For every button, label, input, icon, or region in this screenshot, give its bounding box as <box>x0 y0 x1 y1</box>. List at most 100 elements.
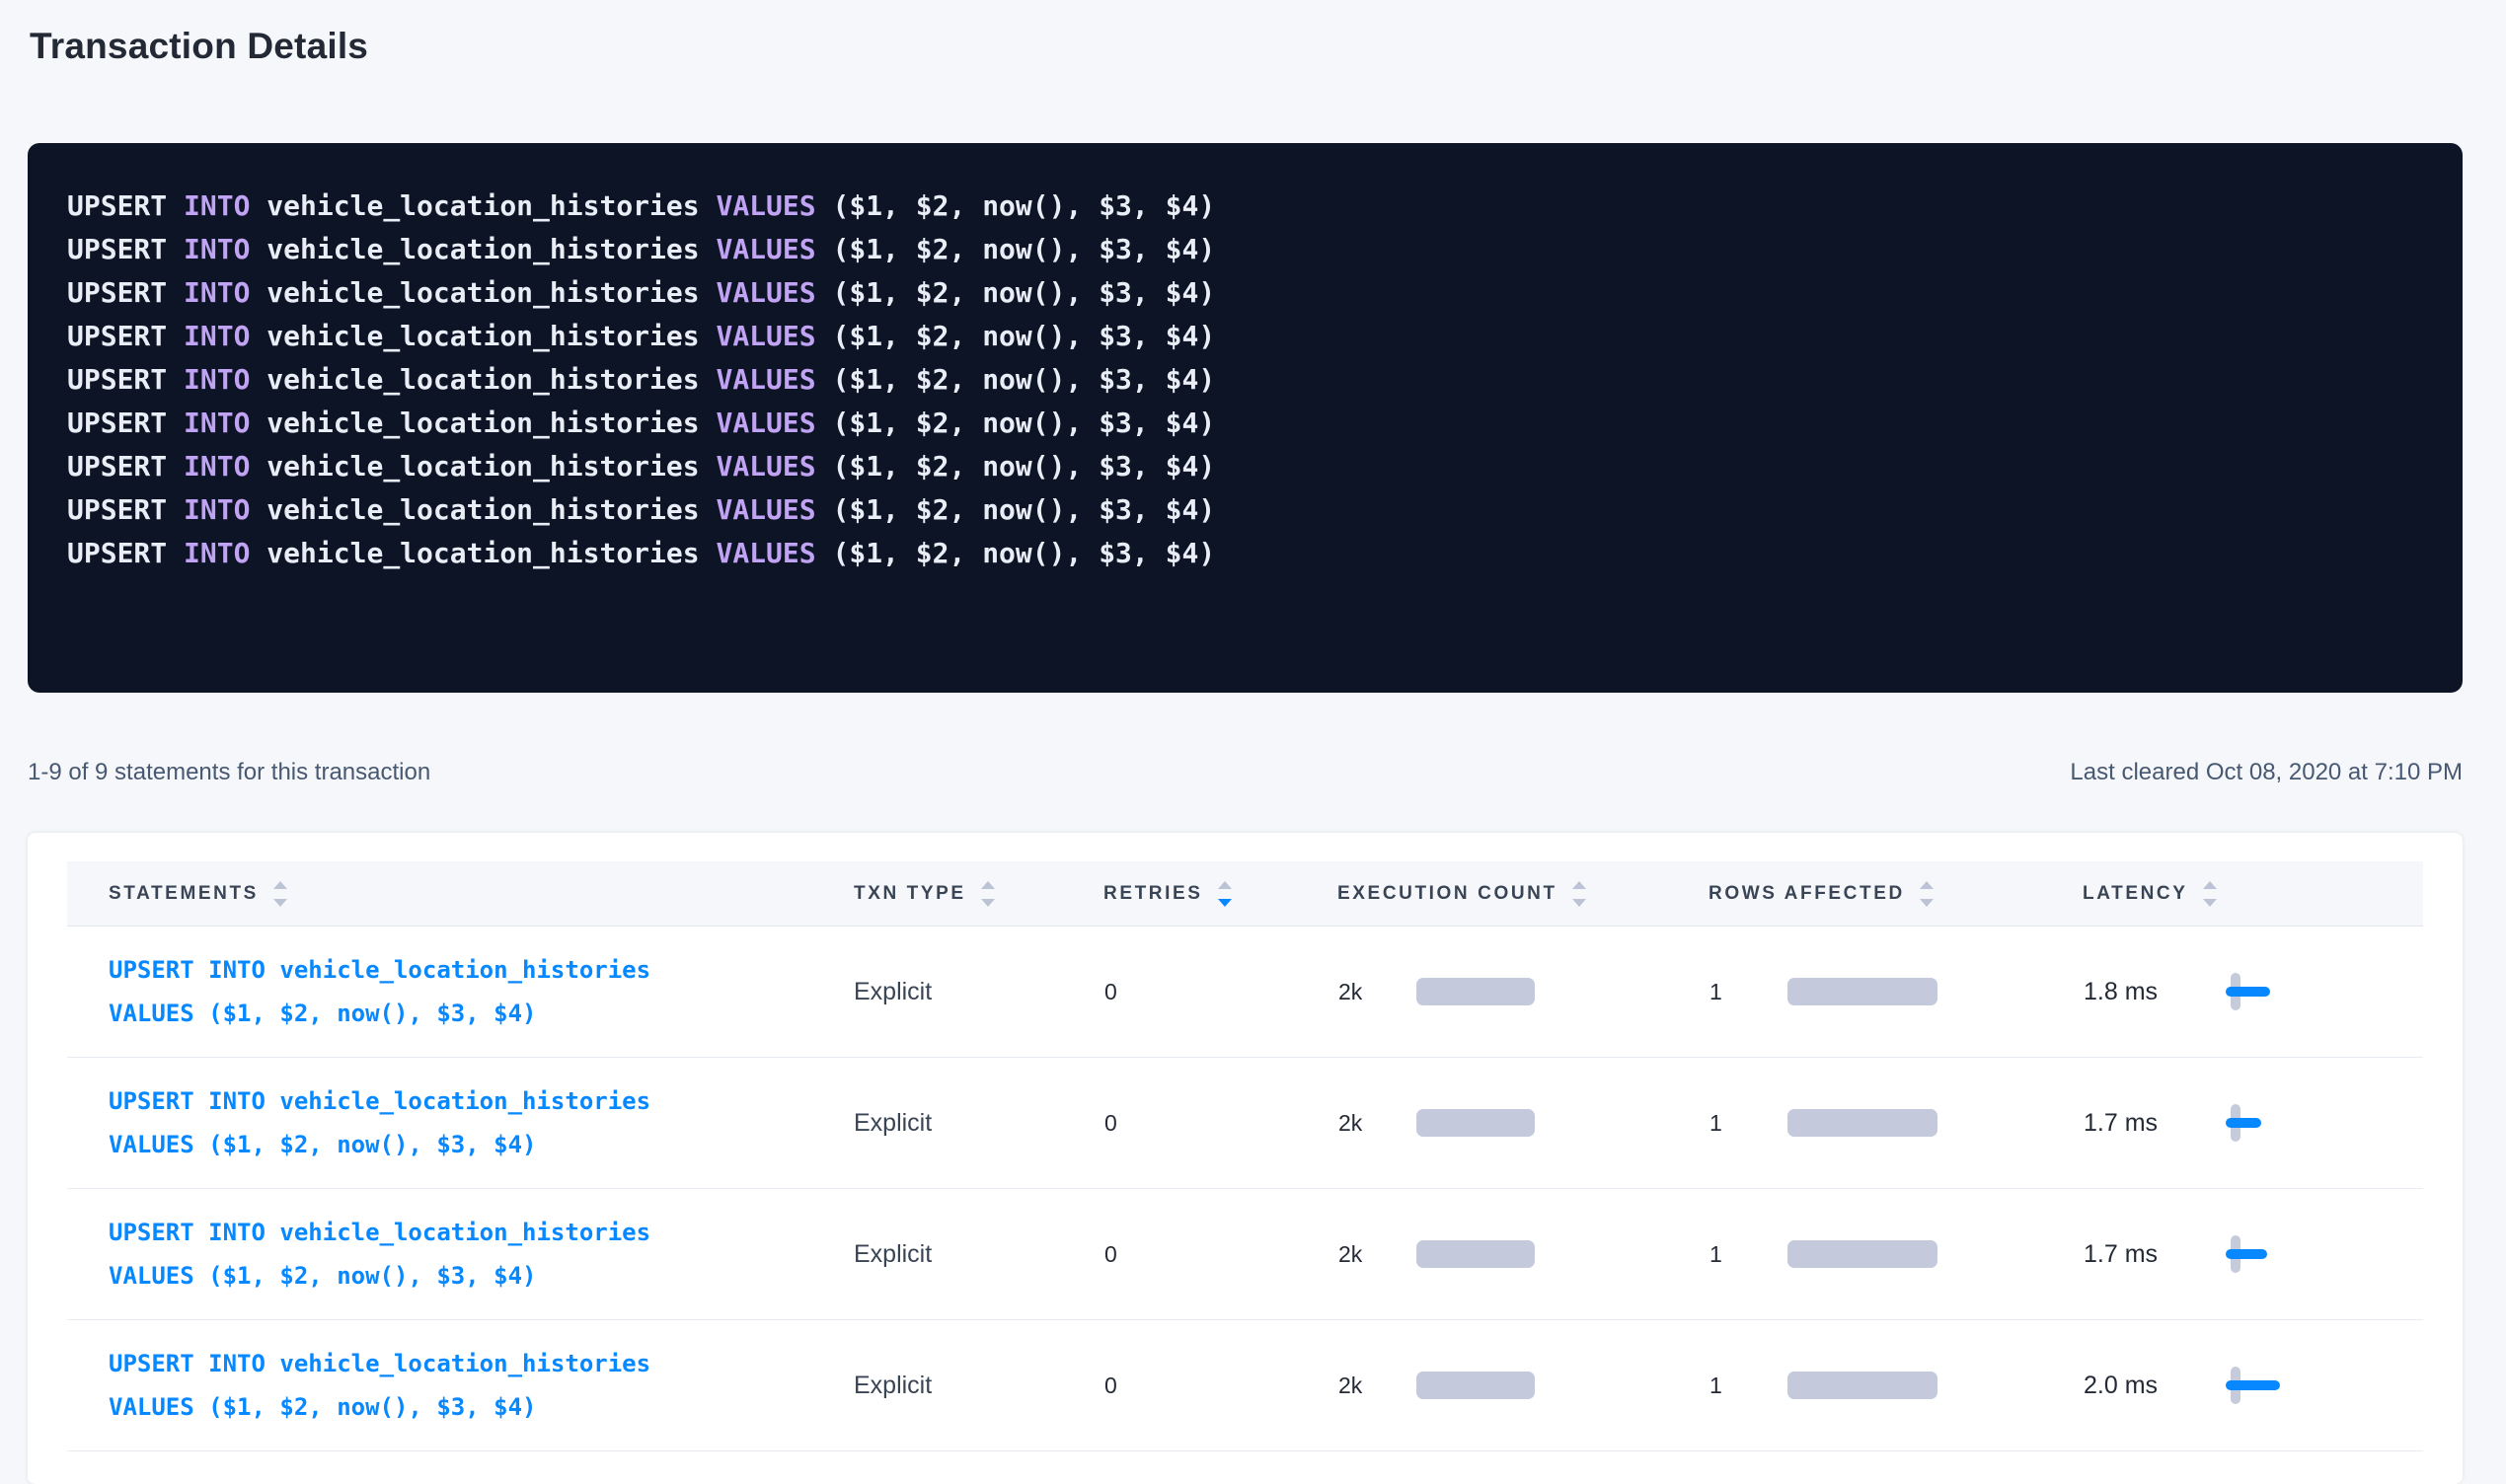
sql-line: UPSERT INTO vehicle_location_histories V… <box>67 358 2423 402</box>
retries-cell: 0 <box>1097 979 1330 1005</box>
latency-bar-chart <box>2231 970 2359 1013</box>
sql-text: vehicle_location_histories <box>250 233 716 265</box>
table-row: UPSERT INTO vehicle_location_historiesVA… <box>67 1320 2423 1451</box>
table-row: UPSERT INTO vehicle_location_historiesVA… <box>67 927 2423 1058</box>
txn-type-cell: Explicit <box>847 978 1097 1006</box>
rows-affected-value: 1 <box>1702 1241 1787 1268</box>
txn-type-cell: Explicit <box>847 1372 1097 1400</box>
latency-value: 2.0 ms <box>2076 1372 2231 1400</box>
column-header-statements[interactable]: STATEMENTS <box>67 881 847 907</box>
sort-icon <box>981 881 995 907</box>
latency-bar-chart <box>2231 1101 2359 1145</box>
sql-keyword: VALUES <box>716 407 815 439</box>
latency-cell: 1.7 ms <box>2076 1101 2420 1145</box>
column-label: TXN TYPE <box>854 883 966 905</box>
latency-cell: 1.7 ms <box>2076 1232 2420 1276</box>
sql-text: ($1, $2, now(), $3, $4) <box>816 233 1216 265</box>
rows-affected-cell: 1 <box>1702 978 2076 1005</box>
sql-keyword: INTO <box>184 320 250 352</box>
statement-link[interactable]: UPSERT INTO vehicle_location_historiesVA… <box>67 1342 847 1429</box>
latency-bar <box>2226 987 2270 997</box>
latency-value: 1.8 ms <box>2076 978 2231 1006</box>
sql-keyword: INTO <box>184 233 250 265</box>
sort-desc-icon <box>981 899 995 907</box>
sql-keyword: VALUES <box>716 537 815 569</box>
sql-text: ($1, $2, now(), $3, $4) <box>816 276 1216 309</box>
latency-bar-chart <box>2231 1364 2359 1407</box>
column-header-rows-affected[interactable]: ROWS AFFECTED <box>1702 881 2076 907</box>
retries-cell: 0 <box>1097 1373 1330 1399</box>
sql-keyword: VALUES <box>716 450 815 482</box>
sql-text: UPSERT <box>67 407 184 439</box>
rows-affected-value: 1 <box>1702 1110 1787 1137</box>
execution-count-value: 2k <box>1330 1241 1416 1268</box>
table-row: UPSERT INTO vehicle_location_historiesVA… <box>67 1189 2423 1320</box>
sql-keyword: INTO <box>184 450 250 482</box>
column-header-retries[interactable]: RETRIES <box>1097 881 1330 907</box>
sql-keyword: VALUES <box>716 320 815 352</box>
latency-cell: 1.8 ms <box>2076 970 2420 1013</box>
statement-line-1: UPSERT INTO vehicle_location_histories <box>109 1079 847 1123</box>
sql-text: UPSERT <box>67 363 184 396</box>
execution-count-bar <box>1416 978 1535 1005</box>
sort-asc-icon <box>2203 881 2217 889</box>
sql-keyword: VALUES <box>716 276 815 309</box>
sql-keyword: VALUES <box>716 233 815 265</box>
sql-text: vehicle_location_histories <box>250 493 716 526</box>
rows-affected-bar <box>1787 1109 1937 1137</box>
sql-keyword: INTO <box>184 407 250 439</box>
sql-line: UPSERT INTO vehicle_location_histories V… <box>67 185 2423 228</box>
statement-line-1: UPSERT INTO vehicle_location_histories <box>109 1342 847 1385</box>
sql-keyword: INTO <box>184 276 250 309</box>
sort-icon <box>1920 881 1934 907</box>
latency-value: 1.7 ms <box>2076 1109 2231 1138</box>
table-body: UPSERT INTO vehicle_location_historiesVA… <box>67 927 2423 1451</box>
execution-count-cell: 2k <box>1330 1240 1702 1268</box>
table-header-row: STATEMENTS TXN TYPE RETRIES EXECUTION COUNT… <box>67 861 2423 927</box>
column-label: LATENCY <box>2083 883 2188 905</box>
sql-text: ($1, $2, now(), $3, $4) <box>816 320 1216 352</box>
column-header-latency[interactable]: LATENCY <box>2076 881 2420 907</box>
table-row: UPSERT INTO vehicle_location_historiesVA… <box>67 1058 2423 1189</box>
sql-text: UPSERT <box>67 276 184 309</box>
statement-line-2: VALUES ($1, $2, now(), $3, $4) <box>109 992 847 1035</box>
sort-asc-icon <box>1218 881 1232 889</box>
sql-text: UPSERT <box>67 189 184 222</box>
sql-line: UPSERT INTO vehicle_location_histories V… <box>67 315 2423 358</box>
rows-affected-cell: 1 <box>1702 1109 2076 1137</box>
txn-type-cell: Explicit <box>847 1240 1097 1269</box>
sort-desc-icon <box>2203 899 2217 907</box>
execution-count-bar <box>1416 1109 1535 1137</box>
page-title: Transaction Details <box>30 26 2463 67</box>
sql-keyword: VALUES <box>716 493 815 526</box>
sql-text: ($1, $2, now(), $3, $4) <box>816 450 1216 482</box>
sql-keyword: VALUES <box>716 189 815 222</box>
statements-count-text: 1-9 of 9 statements for this transaction <box>28 758 430 787</box>
sort-desc-icon <box>1218 899 1232 907</box>
statement-link[interactable]: UPSERT INTO vehicle_location_historiesVA… <box>67 948 847 1035</box>
column-header-execution-count[interactable]: EXECUTION COUNT <box>1330 881 1702 907</box>
sql-text: UPSERT <box>67 537 184 569</box>
sql-line: UPSERT INTO vehicle_location_histories V… <box>67 402 2423 445</box>
statement-link[interactable]: UPSERT INTO vehicle_location_historiesVA… <box>67 1211 847 1298</box>
statement-line-2: VALUES ($1, $2, now(), $3, $4) <box>109 1385 847 1429</box>
sql-keyword: INTO <box>184 537 250 569</box>
sort-asc-icon <box>981 881 995 889</box>
statement-line-2: VALUES ($1, $2, now(), $3, $4) <box>109 1123 847 1166</box>
column-label: EXECUTION COUNT <box>1337 883 1557 905</box>
statements-table-card: STATEMENTS TXN TYPE RETRIES EXECUTION COUNT… <box>28 833 2463 1484</box>
sql-text: vehicle_location_histories <box>250 189 716 222</box>
statement-line-2: VALUES ($1, $2, now(), $3, $4) <box>109 1254 847 1298</box>
sql-keyword: VALUES <box>716 363 815 396</box>
sql-statements-box: UPSERT INTO vehicle_location_histories V… <box>28 143 2463 693</box>
sql-keyword: INTO <box>184 189 250 222</box>
column-label: ROWS AFFECTED <box>1709 883 1905 905</box>
sql-text: UPSERT <box>67 320 184 352</box>
column-header-txn-type[interactable]: TXN TYPE <box>847 881 1097 907</box>
execution-count-cell: 2k <box>1330 978 1702 1005</box>
statement-link[interactable]: UPSERT INTO vehicle_location_historiesVA… <box>67 1079 847 1166</box>
sql-keyword: INTO <box>184 493 250 526</box>
sql-line: UPSERT INTO vehicle_location_histories V… <box>67 488 2423 532</box>
execution-count-bar <box>1416 1240 1535 1268</box>
sort-asc-icon <box>1572 881 1586 889</box>
